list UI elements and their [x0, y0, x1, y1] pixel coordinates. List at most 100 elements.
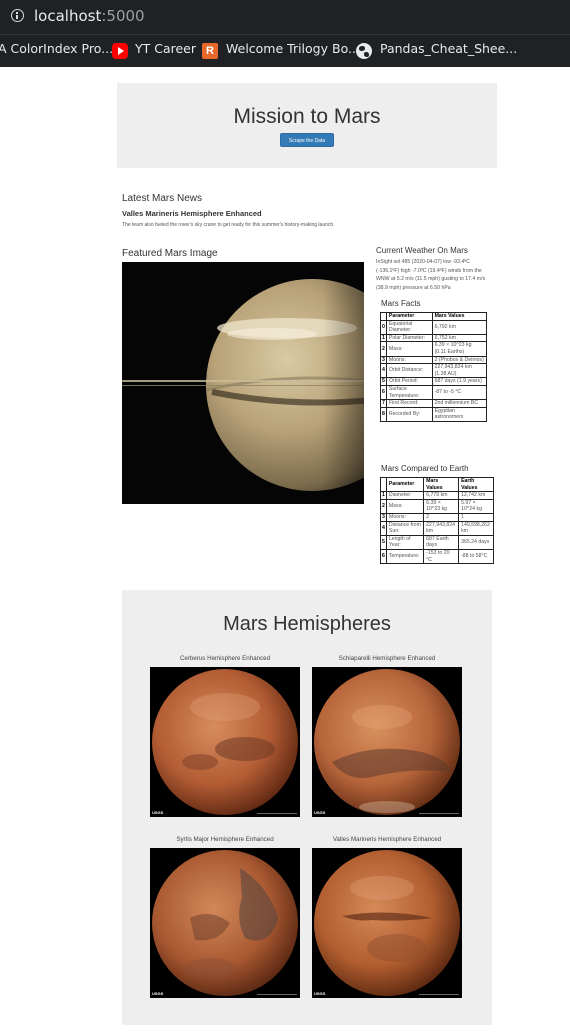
- row-parameter: Mass:: [385, 341, 433, 357]
- row-value: 227,943,824 km (1.38 AU): [431, 363, 488, 379]
- table-row: 1 Polar Diameter: 6,752 km: [380, 333, 488, 343]
- row-parameter: Moons:: [385, 512, 425, 522]
- bookmark-pandas[interactable]: Pandas_Cheat_Shee...: [380, 41, 517, 56]
- facts-header-parameter: Parameter: [385, 312, 433, 321]
- info-icon[interactable]: [11, 9, 24, 22]
- row-parameter: First Record:: [385, 399, 433, 408]
- globe-icon: [356, 43, 372, 59]
- mars-globe-image: [152, 850, 298, 996]
- table-row: 6 Temperature: -153 to 20 °C -88 to 58°C: [380, 548, 494, 565]
- page-title: Mission to Mars: [233, 105, 381, 128]
- news-paragraph: The team also fueled the rover's sky cra…: [122, 222, 335, 228]
- featured-image: [122, 262, 364, 504]
- row-mars-value: 6,779 km: [423, 491, 460, 500]
- compare-header-mars: Mars Values: [423, 476, 460, 493]
- table-row: 8 Recorded By: Egyptian astronomers: [380, 406, 488, 422]
- url-port: :5000: [101, 7, 145, 25]
- row-parameter: Diameter:: [385, 491, 425, 500]
- facts-header-value: Mars Values: [431, 312, 488, 321]
- table-row: 7 First Record: 2nd millennium BC: [380, 399, 488, 408]
- row-parameter: Orbit Period:: [385, 377, 433, 386]
- row-parameter: Surface Temperature:: [385, 384, 433, 401]
- hemisphere-title: Valles Marineris Hemisphere Enhanced: [332, 836, 442, 843]
- weather-text: InSight sol 485 (2020-04-07) low -93.4ºC…: [376, 259, 486, 291]
- caption-line: [419, 994, 459, 995]
- hemisphere-image[interactable]: USGS: [150, 667, 300, 817]
- table-row: 3 Moons: 2 1: [380, 512, 494, 522]
- row-mars-value: 227,943,824 km: [423, 520, 460, 536]
- row-parameter: Mass:: [385, 498, 425, 514]
- usgs-logo: USGS: [152, 991, 164, 996]
- usgs-logo: USGS: [314, 810, 326, 815]
- bookmark-yt-career[interactable]: YT Career: [135, 41, 196, 56]
- row-value: 6.39 × 10^23 kg (0.11 Earths): [431, 341, 488, 357]
- row-value: 687 days (1.9 years): [431, 377, 488, 386]
- bookmark-trilogy[interactable]: Welcome Trilogy Bo...: [226, 41, 360, 56]
- hemisphere-title: Syrtis Major Hemisphere Enhanced: [176, 836, 274, 843]
- row-earth-value: 365.24 days: [458, 534, 494, 550]
- table-row: 3 Moons: 2 (Phobos & Deimos): [380, 355, 488, 365]
- row-earth-value: 5.97 × 10^24 kg: [458, 498, 494, 514]
- facts-table: Parameter Mars Values 0 Equatorial Diamet…: [380, 312, 488, 422]
- youtube-icon: [112, 43, 128, 59]
- facts-heading: Mars Facts: [381, 299, 421, 308]
- compare-heading: Mars Compared to Earth: [381, 464, 469, 473]
- row-mars-value: 6.39 × 10^23 kg: [423, 498, 460, 514]
- table-row: 2 Mass: 6.39 × 10^23 kg 5.97 × 10^24 kg: [380, 498, 494, 514]
- row-value: -87 to -5 °C: [431, 384, 488, 401]
- row-parameter: Distance from Sun:: [385, 520, 425, 536]
- hemisphere-image[interactable]: USGS: [312, 848, 462, 998]
- row-mars-value: -153 to 20 °C: [423, 548, 460, 565]
- row-parameter: Recorded By:: [385, 406, 433, 422]
- table-row: 1 Diameter: 6,779 km 12,742 km: [380, 491, 494, 500]
- row-value: Egyptian astronomers: [431, 406, 488, 422]
- row-earth-value: 1: [458, 512, 494, 522]
- table-row: 5 Orbit Period: 687 days (1.9 years): [380, 377, 488, 386]
- mars-globe-image: [152, 669, 298, 815]
- news-heading: Latest Mars News: [122, 193, 203, 204]
- hemisphere-title: Schiaparelli Hemisphere Enhanced: [338, 655, 436, 662]
- row-value: 6,752 km: [431, 333, 488, 343]
- hemispheres-heading: Mars Hemispheres: [223, 613, 391, 635]
- mars-globe-image: [314, 669, 460, 815]
- row-earth-value: 149,598,262 km: [458, 520, 494, 536]
- url-host: localhost: [34, 7, 102, 25]
- featured-heading: Featured Mars Image: [122, 248, 218, 259]
- hemisphere-title: Cerberus Hemisphere Enhanced: [179, 655, 271, 662]
- row-parameter: Equatorial Diameter:: [385, 319, 433, 335]
- row-earth-value: -88 to 58°C: [458, 548, 494, 565]
- compare-header-parameter: Parameter: [385, 476, 425, 493]
- row-value: 2nd millennium BC: [431, 399, 488, 408]
- row-parameter: Moons:: [385, 355, 433, 365]
- table-row: 0 Equatorial Diameter: 6,792 km: [380, 319, 488, 335]
- compare-header-earth: Earth Values: [458, 476, 494, 493]
- row-parameter: Polar Diameter:: [385, 333, 433, 343]
- jumbotron: Mission to Mars Scrape the Data: [117, 83, 497, 168]
- usgs-logo: USGS: [314, 991, 326, 996]
- row-value: 6,792 km: [431, 319, 488, 335]
- bookmarks-bar: A ColorIndex Pro... YT Career R Welcome …: [0, 34, 570, 67]
- row-mars-value: 2: [423, 512, 460, 522]
- row-parameter: Length of Year:: [385, 534, 425, 550]
- table-row: 2 Mass: 6.39 × 10^23 kg (0.11 Earths): [380, 341, 488, 357]
- table-row: 6 Surface Temperature: -87 to -5 °C: [380, 384, 488, 401]
- row-parameter: Temperature:: [385, 548, 425, 565]
- hemispheres-panel: Mars Hemispheres Cerberus Hemisphere Enh…: [122, 590, 492, 1025]
- address-bar[interactable]: localhost:5000: [0, 0, 570, 34]
- row-value: 2 (Phobos & Deimos): [431, 355, 488, 365]
- scrape-button[interactable]: Scrape the Data: [280, 133, 334, 147]
- caption-line: [257, 813, 297, 814]
- hemisphere-image[interactable]: USGS: [150, 848, 300, 998]
- url-text[interactable]: localhost:5000: [34, 7, 145, 25]
- mars-globe-image: [314, 850, 460, 996]
- bookmark-colorindex[interactable]: A ColorIndex Pro...: [0, 41, 113, 56]
- saturn-image: [122, 262, 364, 504]
- row-earth-value: 12,742 km: [458, 491, 494, 500]
- table-row: 4 Orbit Distance: 227,943,824 km (1.38 AU): [380, 363, 488, 379]
- weather-heading: Current Weather On Mars: [376, 246, 468, 255]
- row-mars-value: 687 Earth days: [423, 534, 460, 550]
- hemisphere-image[interactable]: USGS: [312, 667, 462, 817]
- row-parameter: Orbit Distance:: [385, 363, 433, 379]
- caption-line: [257, 994, 297, 995]
- table-row: 5 Length of Year: 687 Earth days 365.24 day…: [380, 534, 494, 550]
